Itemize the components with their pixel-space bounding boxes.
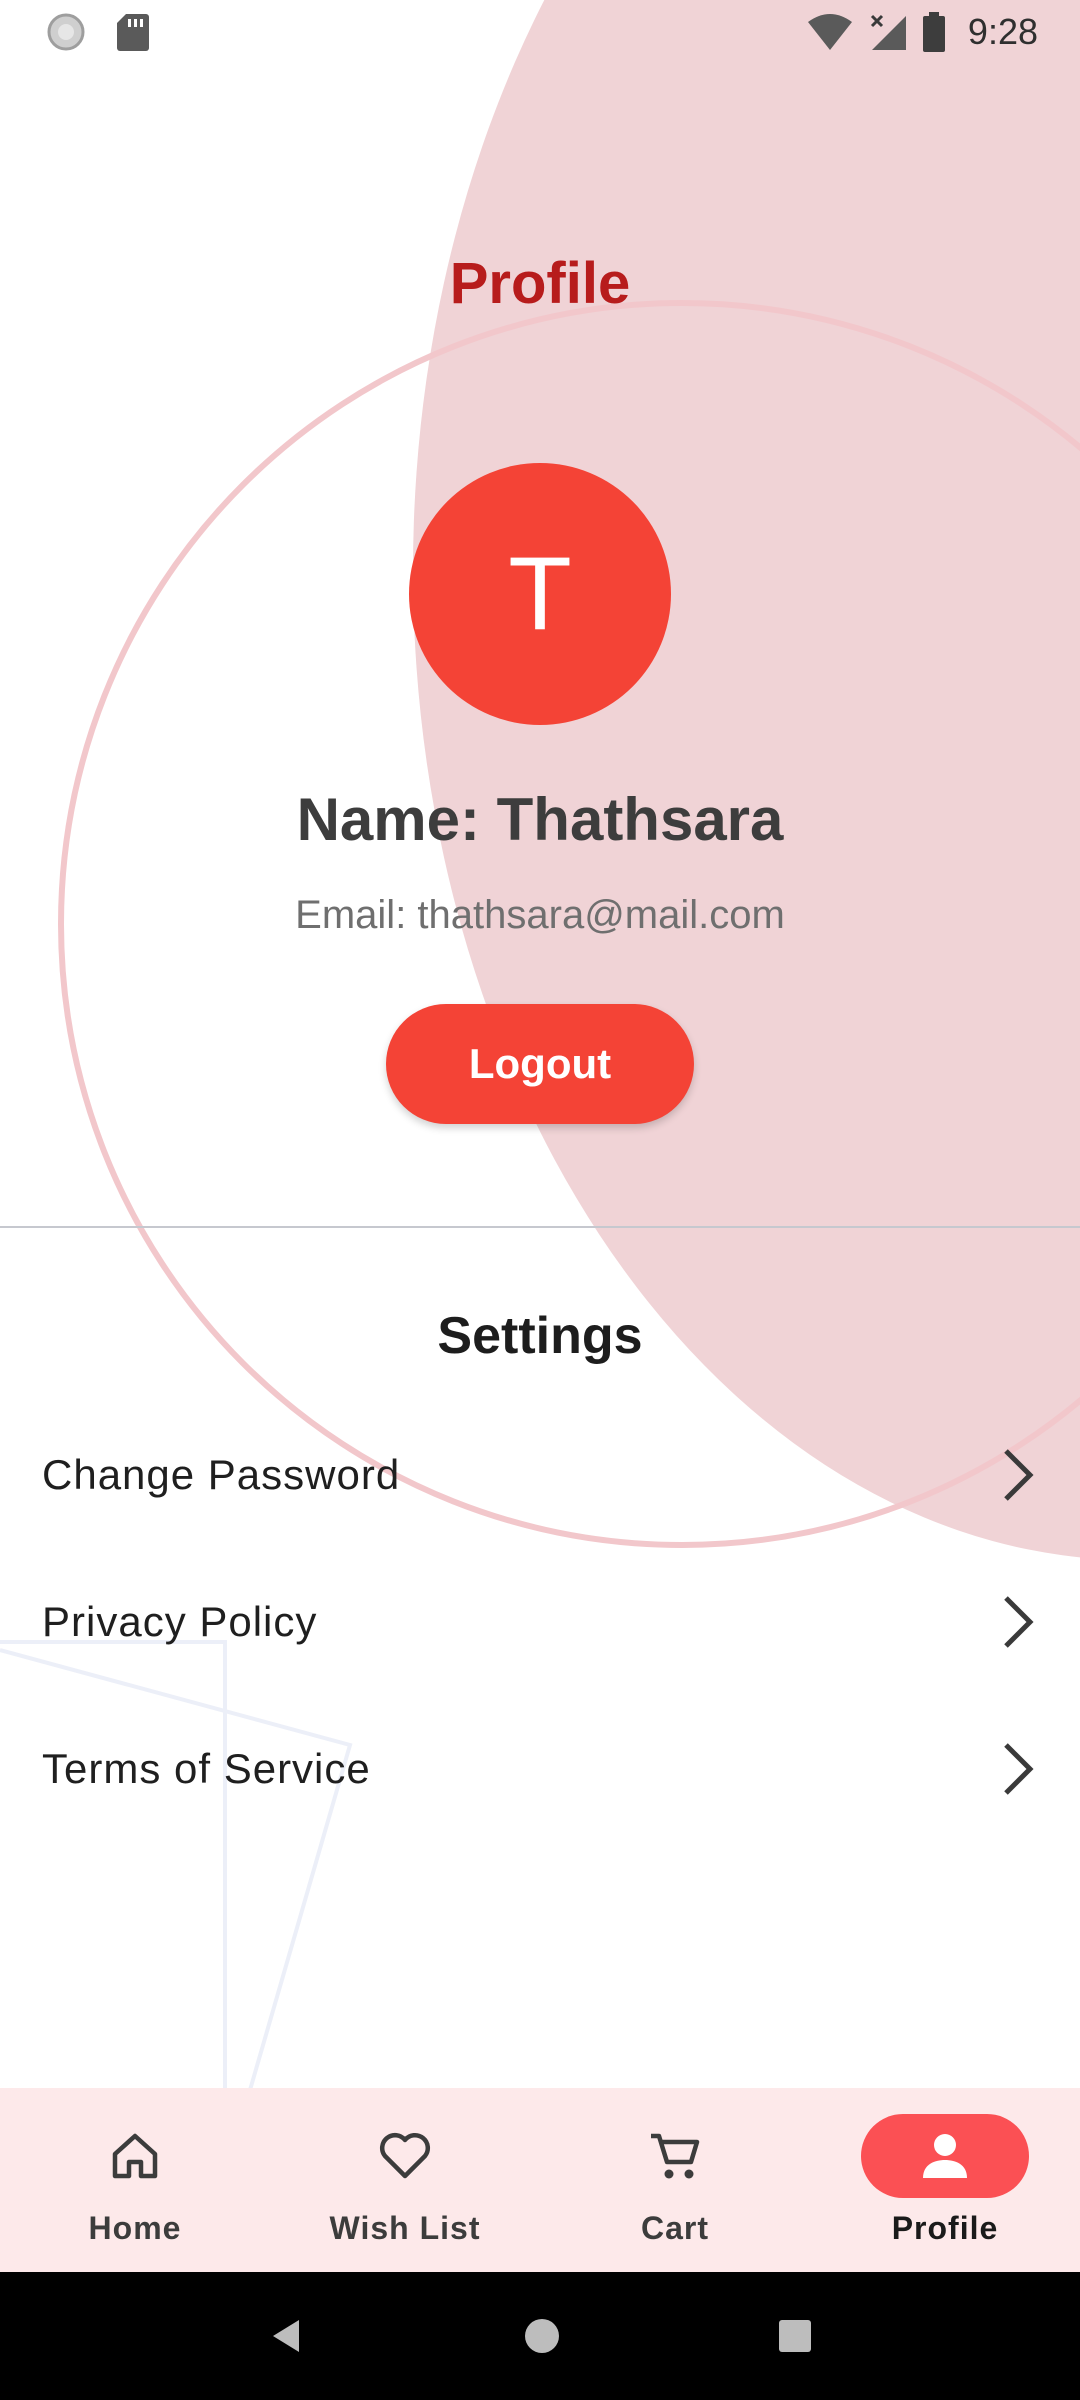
signal-no-service-icon xyxy=(870,14,906,50)
nav-item-cart[interactable]: Cart xyxy=(540,2088,810,2272)
chevron-right-icon xyxy=(1004,1743,1034,1795)
battery-icon xyxy=(922,12,945,52)
divider xyxy=(0,1226,1080,1228)
settings-item-label: Change Password xyxy=(42,1451,401,1498)
user-name: Name: Thathsara xyxy=(296,786,784,853)
user-email: Email: thathsara@mail.com xyxy=(295,893,785,937)
cart-icon xyxy=(651,2133,700,2179)
person-icon xyxy=(923,2134,967,2178)
settings-title: Settings xyxy=(437,1307,643,1365)
nav-item-home[interactable]: Home xyxy=(0,2088,270,2272)
back-icon[interactable] xyxy=(267,2316,307,2356)
settings-item-privacy-policy[interactable]: Privacy Policy xyxy=(0,1557,1080,1687)
nav-label: Profile xyxy=(891,2210,999,2246)
bottom-navigation: Home Wish List Cart Profile xyxy=(0,2088,1080,2272)
system-navigation-bar xyxy=(0,2272,1080,2400)
nav-label: Cart xyxy=(640,2210,709,2246)
sd-card-icon xyxy=(117,14,149,51)
nav-icon-container xyxy=(321,2114,489,2198)
profile-screen: 9:28 Profile T Name: Thathsara Email: th… xyxy=(0,0,1080,2400)
recents-icon[interactable] xyxy=(777,2318,813,2354)
nav-icon-container xyxy=(861,2114,1029,2198)
settings-item-label: Terms of Service xyxy=(42,1745,371,1792)
chevron-right-icon xyxy=(1004,1596,1034,1648)
nav-label: Wish List xyxy=(329,2210,481,2246)
avatar: T xyxy=(409,463,671,725)
nav-item-profile[interactable]: Profile xyxy=(810,2088,1080,2272)
page-title: Profile xyxy=(449,251,631,316)
avatar-initial: T xyxy=(508,535,572,652)
home-icon xyxy=(112,2133,158,2179)
status-time: 9:28 xyxy=(967,11,1038,52)
nav-label: Home xyxy=(88,2210,182,2246)
home-circle-icon[interactable] xyxy=(522,2316,562,2356)
heart-icon xyxy=(379,2132,431,2179)
status-bar: 9:28 xyxy=(0,0,1080,64)
nav-icon-container xyxy=(591,2114,759,2198)
settings-item-label: Privacy Policy xyxy=(42,1598,318,1645)
settings-item-change-password[interactable]: Change Password xyxy=(0,1410,1080,1540)
settings-item-terms-of-service[interactable]: Terms of Service xyxy=(0,1704,1080,1834)
nav-icon-container xyxy=(51,2114,219,2198)
sync-icon xyxy=(47,13,85,51)
logout-button[interactable]: Logout xyxy=(386,1004,694,1124)
nav-item-wish-list[interactable]: Wish List xyxy=(270,2088,540,2272)
chevron-right-icon xyxy=(1004,1449,1034,1501)
wifi-icon xyxy=(807,14,852,50)
